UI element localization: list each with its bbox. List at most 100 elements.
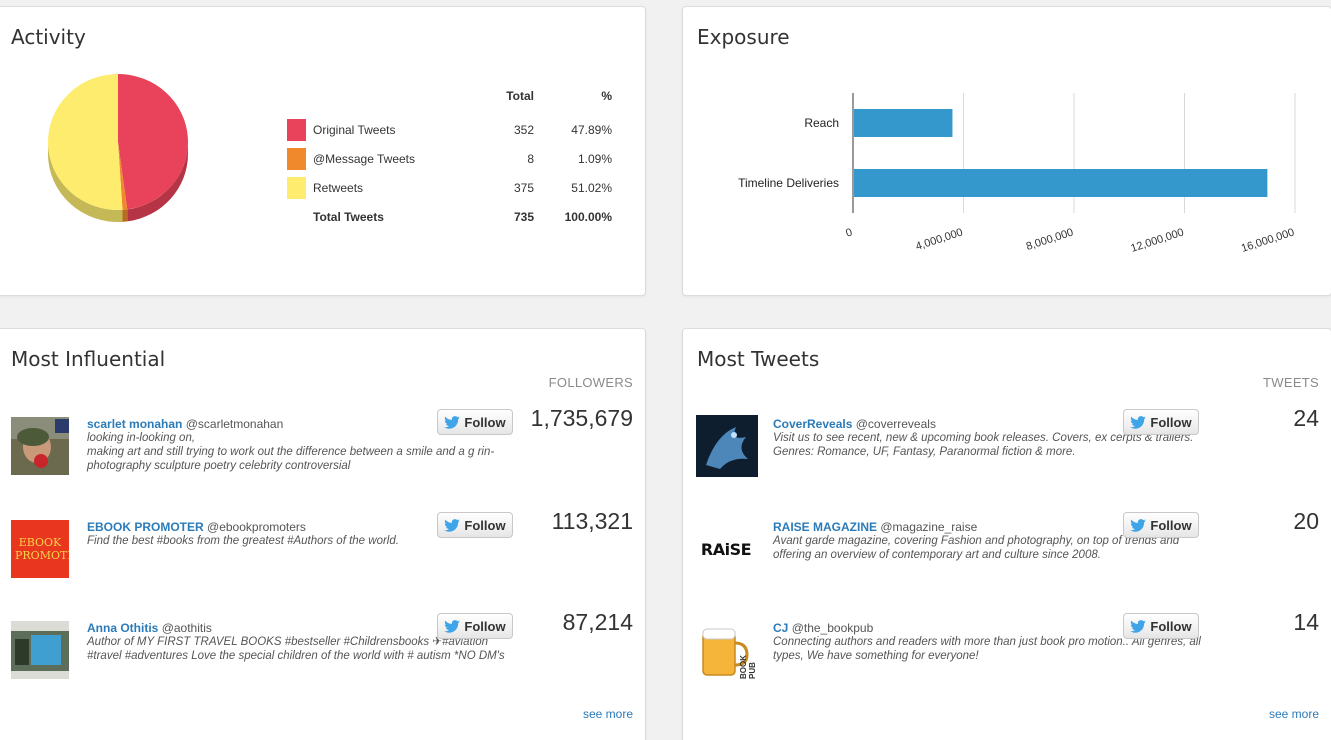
- see-more-link[interactable]: see more: [583, 707, 633, 721]
- twitter-bird-icon: [1130, 415, 1147, 429]
- col-total-header: Total: [506, 89, 534, 103]
- activity-title: Activity: [11, 25, 86, 49]
- follow-label: Follow: [1150, 618, 1192, 634]
- exposure-bar-chart: 0 4,000,000 8,000,000 12,000,000 16,000,000 R…: [738, 93, 1296, 255]
- x-tick-label: 16,000,000: [1240, 226, 1296, 254]
- legend-label: @Message Tweets: [313, 151, 416, 166]
- pie-slice-side: [122, 209, 128, 222]
- follow-label: Follow: [1150, 517, 1192, 533]
- avatar-logo-text: EBOOK PROMOTER: [15, 536, 69, 562]
- list-item: BOOK PUB CJ @the_bookpub Connecting auth…: [683, 609, 1331, 713]
- twitter-bird-icon: [1130, 518, 1147, 532]
- user-name-link[interactable]: CoverReveals: [773, 417, 852, 431]
- user-handle: @ebookpromoters: [207, 520, 306, 534]
- avatar[interactable]: EBOOK PROMOTER: [11, 520, 69, 578]
- followers-column-header: FOLLOWERS: [548, 375, 633, 390]
- follow-button[interactable]: Follow: [1123, 613, 1199, 639]
- activity-legend-table: Total % Original Tweets 352 47.89% @Mess…: [287, 89, 612, 231]
- exposure-bar: [854, 169, 1268, 197]
- tweets-count: 20: [1293, 508, 1319, 534]
- x-tick-label: 12,000,000: [1129, 226, 1185, 254]
- follow-button[interactable]: Follow: [437, 613, 513, 639]
- legend-pct: 100.00%: [564, 209, 612, 224]
- list-item: EBOOK PROMOTER EBOOK PROMOTER @ebookprom…: [0, 508, 645, 612]
- user-handle: @aothitis: [161, 621, 212, 635]
- follow-label: Follow: [464, 618, 506, 634]
- twitter-bird-icon: [444, 415, 461, 429]
- user-handle: @coverreveals: [855, 417, 936, 431]
- user-name-link[interactable]: CJ: [773, 621, 788, 635]
- legend-swatch-retweets: [287, 176, 306, 199]
- avatar[interactable]: RAiSE: [697, 520, 755, 578]
- twitter-bird-icon: [444, 619, 461, 633]
- avatar[interactable]: BOOK PUB: [697, 621, 755, 679]
- followers-count: 1,735,679: [530, 405, 633, 431]
- tweets-column-header: TWEETS: [1263, 375, 1319, 390]
- follow-label: Follow: [1150, 414, 1192, 430]
- avatar-logo-text: BOOK PUB: [739, 655, 755, 679]
- legend-total: 375: [513, 180, 534, 195]
- legend-total: 352: [513, 122, 534, 137]
- list-item: CoverReveals @coverreveals Visit us to s…: [683, 405, 1331, 509]
- user-handle: @the_bookpub: [791, 621, 874, 635]
- avatar[interactable]: [696, 415, 758, 477]
- legend-row-total: Total Tweets 735 100.00%: [287, 202, 612, 231]
- legend-pct: 51.02%: [571, 180, 612, 195]
- followers-count: 87,214: [562, 609, 633, 635]
- legend-swatch-original: [287, 118, 306, 141]
- avatar[interactable]: [11, 621, 69, 679]
- user-bio: Avant garde magazine, covering Fashion a…: [773, 535, 1180, 561]
- user-bio: Author of MY FIRST TRAVEL BOOKS #bestsel…: [87, 636, 505, 662]
- legend-total: 8: [527, 151, 534, 166]
- follow-button[interactable]: Follow: [1123, 409, 1199, 435]
- twitter-bird-icon: [444, 518, 461, 532]
- user-name-link[interactable]: EBOOK PROMOTER: [87, 520, 204, 534]
- x-tick-label: 0: [844, 226, 854, 239]
- legend-total: 735: [513, 209, 534, 224]
- most-tweets-title: Most Tweets: [697, 347, 820, 371]
- user-name-link[interactable]: Anna Othitis: [87, 621, 158, 635]
- legend-row-retweets: Retweets 375 51.02%: [287, 173, 612, 202]
- user-bio: Visit us to see recent, new & upcoming b…: [773, 432, 1194, 458]
- legend-row-message: @Message Tweets 8 1.09%: [287, 144, 612, 173]
- followers-count: 113,321: [551, 508, 633, 534]
- x-tick-label: 8,000,000: [1025, 226, 1075, 253]
- activity-pie-chart: [48, 74, 189, 222]
- legend-swatch-message: [287, 147, 306, 170]
- most-influential-panel: Most Influential FOLLOWERS scarlet monah…: [0, 328, 646, 740]
- most-tweets-panel: Most Tweets TWEETS CoverReveals @coverre…: [682, 328, 1331, 740]
- activity-panel: Activity Total % Original Tweets 352 47.…: [0, 6, 646, 296]
- col-pct-header: %: [601, 89, 612, 103]
- legend-row-original: Original Tweets 352 47.89%: [287, 115, 612, 144]
- avatar[interactable]: [11, 417, 69, 475]
- legend-label: Original Tweets: [313, 122, 396, 137]
- avatar-logo-text: RAiSE: [700, 539, 752, 559]
- y-category-label: Timeline Deliveries: [738, 176, 839, 190]
- legend-label: Retweets: [313, 180, 364, 195]
- legend-label: Total Tweets: [313, 209, 384, 224]
- list-item: Anna Othitis @aothitis Author of MY FIRS…: [0, 609, 645, 713]
- y-category-label: Reach: [804, 116, 839, 130]
- follow-label: Follow: [464, 414, 506, 430]
- list-item: scarlet monahan @scarletmonahan looking …: [0, 405, 645, 509]
- follow-button[interactable]: Follow: [1123, 512, 1199, 538]
- most-influential-title: Most Influential: [11, 347, 166, 371]
- tweets-count: 14: [1293, 609, 1319, 635]
- user-handle: @magazine_raise: [880, 520, 978, 534]
- follow-button[interactable]: Follow: [437, 409, 513, 435]
- legend-pct: 47.89%: [571, 122, 612, 137]
- tweets-count: 24: [1293, 405, 1319, 431]
- user-bio: looking in-looking on, making art and st…: [87, 432, 495, 472]
- see-more-link[interactable]: see more: [1269, 707, 1319, 721]
- user-name-link[interactable]: scarlet monahan: [87, 417, 182, 431]
- follow-label: Follow: [464, 517, 506, 533]
- user-bio: Connecting authors and readers with more…: [773, 636, 1201, 662]
- twitter-bird-icon: [1130, 619, 1147, 633]
- follow-button[interactable]: Follow: [437, 512, 513, 538]
- exposure-bar: [854, 109, 953, 137]
- exposure-panel: Exposure 0 4,000,000 8,000,000 12,000,000 16…: [682, 6, 1331, 296]
- legend-pct: 1.09%: [577, 151, 612, 166]
- x-tick-label: 4,000,000: [914, 226, 964, 253]
- user-name-link[interactable]: RAISE MAGAZINE: [773, 520, 877, 534]
- user-handle: @scarletmonahan: [185, 417, 284, 431]
